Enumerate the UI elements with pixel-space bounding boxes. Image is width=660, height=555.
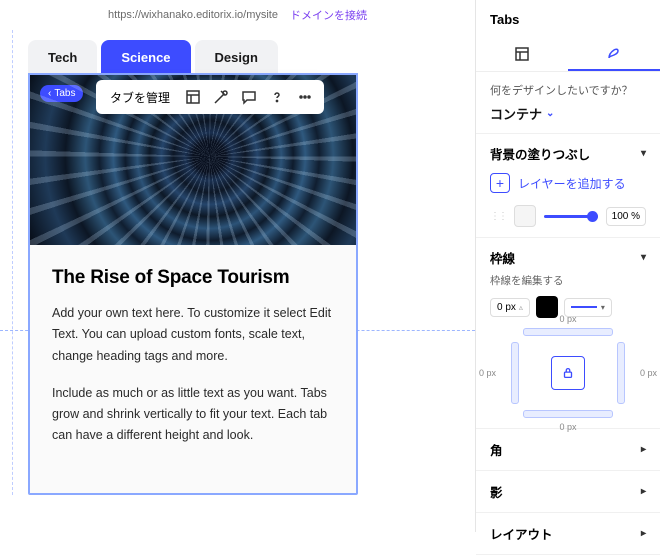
section-target: 何をデザインしたいですか？ コンテナ ⌄ <box>476 72 660 134</box>
site-url: https://wixhanako.editorix.io/mysite <box>108 9 278 21</box>
expand-icon: ▸ <box>641 528 646 539</box>
section-layout[interactable]: レイアウト ▸ <box>476 513 660 555</box>
border-top-value: 0 px <box>503 314 633 324</box>
chevron-down-icon: ⌄ <box>546 108 554 119</box>
border-edge-bottom[interactable] <box>523 410 613 418</box>
border-edge-right[interactable] <box>617 342 625 404</box>
tabs-row: Tech Science Design <box>28 40 475 75</box>
element-toolbar: タブを管理 <box>96 80 324 114</box>
expand-icon: ▸ <box>641 486 646 497</box>
tab-tech[interactable]: Tech <box>28 40 97 75</box>
more-icon[interactable] <box>292 84 318 110</box>
chevron-down-icon: ▾ <box>601 303 605 312</box>
tab-design[interactable]: Design <box>195 40 278 75</box>
section-corner[interactable]: 角 ▸ <box>476 429 660 471</box>
expand-icon: ▸ <box>641 444 646 455</box>
line-style-icon <box>571 306 597 308</box>
add-layer-button[interactable]: + レイヤーを追加する <box>490 173 646 193</box>
breadcrumb-label: Tabs <box>54 88 75 99</box>
section-border: 枠線 ▾ 枠線を編集する 0 px▵ ▾ 0 px 0 px 0 px 0 px <box>476 238 660 429</box>
border-edge-top[interactable] <box>523 328 613 336</box>
design-question: 何をデザインしたいですか？ <box>490 82 646 98</box>
tab-container[interactable]: ‹ Tabs The Rise of Space Tourism Add you… <box>28 73 358 495</box>
panel-tabs <box>476 37 660 72</box>
section-fill: 背景の塗りつぶし ▾ + レイヤーを追加する ⋮⋮ 100 % <box>476 134 660 238</box>
collapse-icon: ▾ <box>641 148 646 159</box>
breadcrumb-badge[interactable]: ‹ Tabs <box>40 85 83 102</box>
add-layer-label: レイヤーを追加する <box>518 175 626 192</box>
slider-thumb[interactable] <box>587 211 598 222</box>
border-bottom-value: 0 px <box>503 422 633 432</box>
design-icon[interactable] <box>208 84 234 110</box>
panel-tab-design[interactable] <box>568 37 660 71</box>
panel-tab-layout[interactable] <box>476 37 568 71</box>
fill-color-swatch[interactable] <box>514 205 536 227</box>
article-paragraph-2[interactable]: Include as much or as little text as you… <box>52 383 334 447</box>
article-paragraph-1[interactable]: Add your own text here. To customize it … <box>52 303 334 367</box>
opacity-row: ⋮⋮ 100 % <box>490 205 646 227</box>
panel-title: Tabs <box>476 0 660 37</box>
fill-header[interactable]: 背景の塗りつぶし ▾ <box>490 144 646 163</box>
tab-content: The Rise of Space Tourism Add your own t… <box>30 245 356 493</box>
guide-vertical <box>12 30 13 495</box>
design-target-select[interactable]: コンテナ ⌄ <box>490 104 646 123</box>
opacity-slider[interactable] <box>544 215 598 218</box>
shadow-title: 影 <box>490 482 503 501</box>
article-title[interactable]: The Rise of Space Tourism <box>52 267 334 289</box>
corner-title: 角 <box>490 440 503 459</box>
help-icon[interactable] <box>264 84 290 110</box>
manage-tabs-button[interactable]: タブを管理 <box>102 89 178 106</box>
drag-grip-icon[interactable]: ⋮⋮ <box>490 211 506 222</box>
layout-icon[interactable] <box>180 84 206 110</box>
section-shadow[interactable]: 影 ▸ <box>476 471 660 513</box>
border-header[interactable]: 枠線 ▾ <box>490 248 646 267</box>
border-box-diagram: 0 px 0 px 0 px 0 px <box>503 328 633 418</box>
border-edit-label: 枠線を編集する <box>490 273 646 288</box>
collapse-icon: ▾ <box>641 252 646 263</box>
border-left-value: 0 px <box>479 368 496 378</box>
layout-title: レイアウト <box>490 524 553 543</box>
chevron-left-icon: ‹ <box>48 88 51 99</box>
opacity-value[interactable]: 100 % <box>606 207 646 226</box>
stepper-icon: ▵ <box>519 303 523 312</box>
inspector-panel: Tabs 何をデザインしたいですか？ コンテナ ⌄ 背景の塗りつぶし ▾ + レ… <box>476 0 660 532</box>
border-lock-button[interactable] <box>551 356 585 390</box>
tab-science[interactable]: Science <box>101 40 190 75</box>
border-right-value: 0 px <box>640 368 657 378</box>
fill-title: 背景の塗りつぶし <box>490 144 590 163</box>
connect-domain-link[interactable]: ドメインを接続 <box>290 7 367 23</box>
border-width-value: 0 px <box>497 302 516 313</box>
comment-icon[interactable] <box>236 84 262 110</box>
border-edge-left[interactable] <box>511 342 519 404</box>
design-target-value: コンテナ <box>490 104 542 123</box>
border-title: 枠線 <box>490 248 515 267</box>
plus-icon: + <box>490 173 510 193</box>
